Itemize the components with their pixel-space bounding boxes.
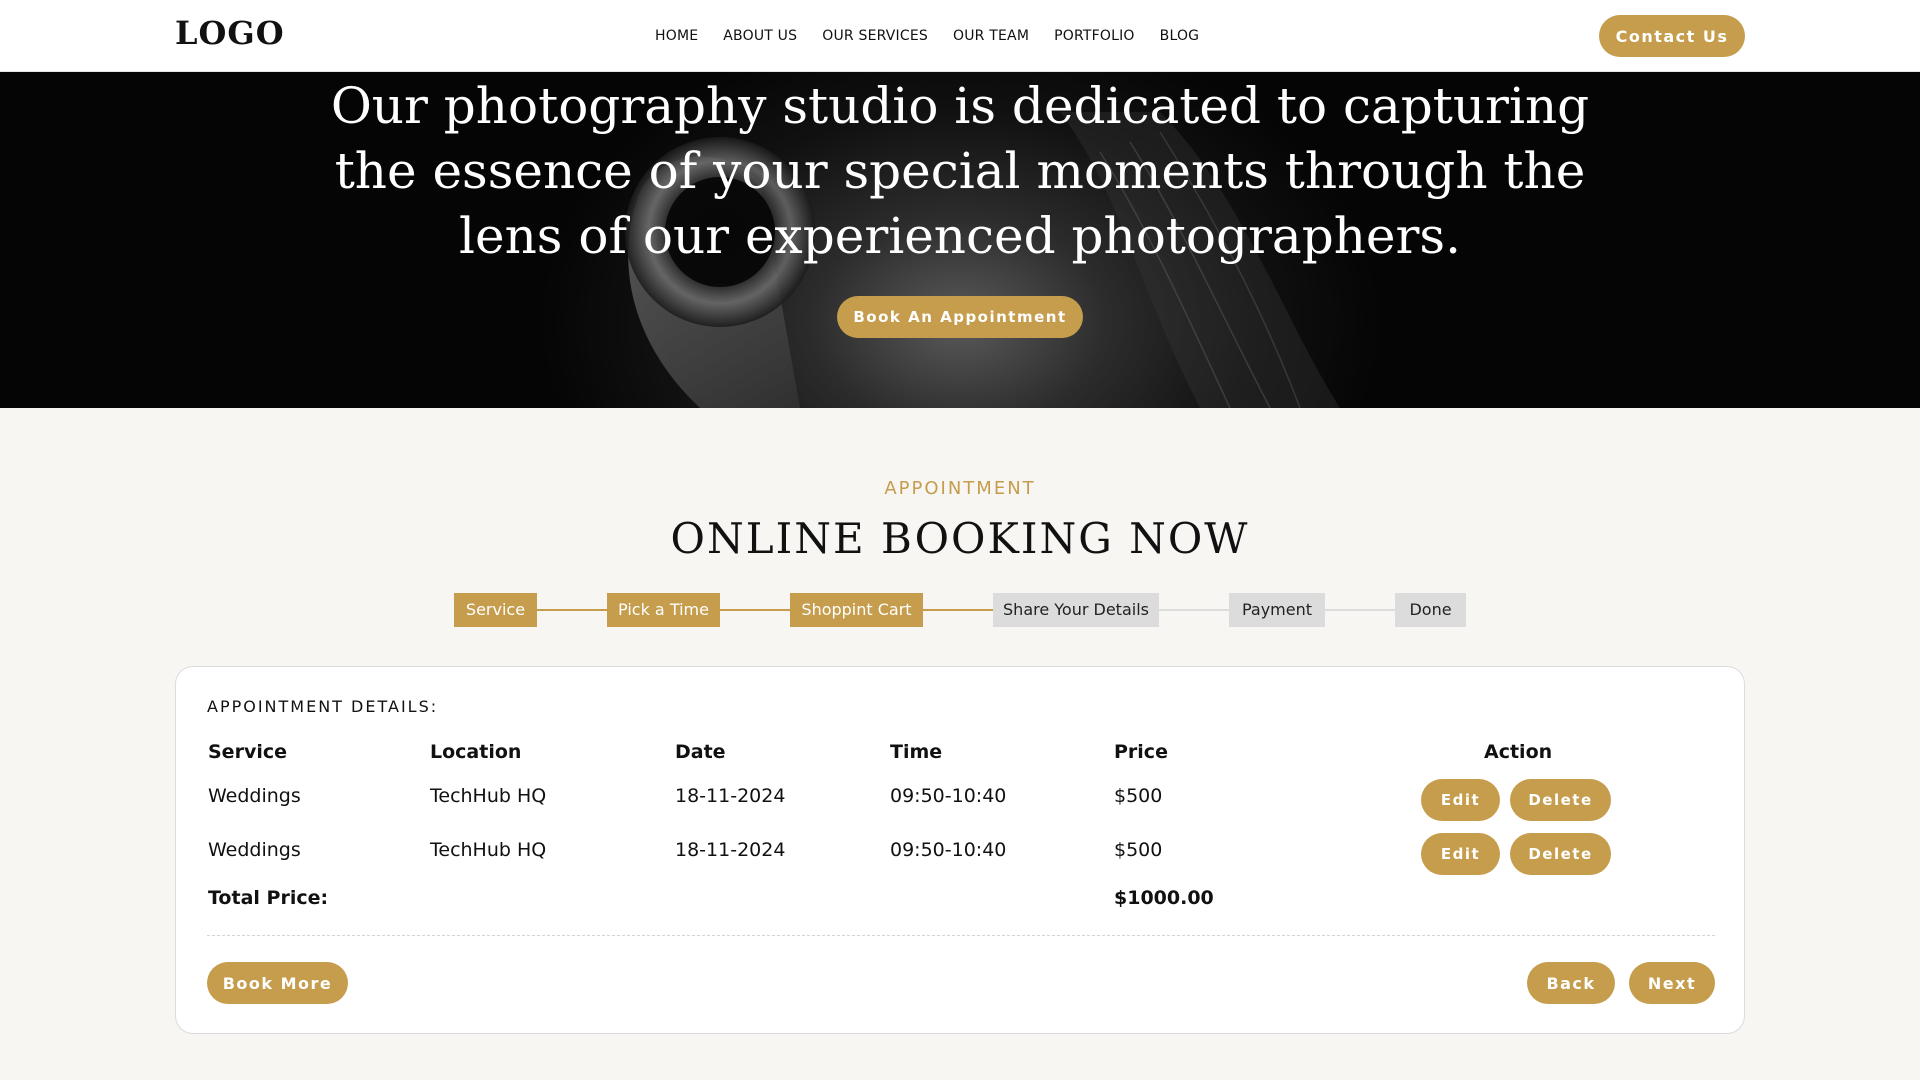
step-service[interactable]: Service: [454, 593, 537, 627]
row-1-delete-button[interactable]: Delete: [1510, 779, 1611, 821]
booking-stepper: Service Pick a Time Shoppint Cart Share …: [454, 593, 1466, 627]
column-header-location: Location: [430, 741, 522, 763]
nav-portfolio[interactable]: PORTFOLIO: [1054, 28, 1135, 44]
step-done[interactable]: Done: [1395, 593, 1466, 627]
row-2-time: 09:50-10:40: [890, 839, 1007, 861]
hero-heading: Our photography studio is dedicated to c…: [0, 74, 1920, 269]
total-price-value: $1000.00: [1114, 887, 1214, 909]
hero-line-2: the essence of your special moments thro…: [334, 142, 1586, 200]
step-connector: [1325, 609, 1395, 611]
row-2-edit-button[interactable]: Edit: [1421, 833, 1500, 875]
appointment-details-card: APPOINTMENT DETAILS: Service Location Da…: [175, 666, 1745, 1034]
step-connector: [923, 609, 993, 611]
appointment-details-title: APPOINTMENT DETAILS:: [207, 697, 439, 716]
section-title: ONLINE BOOKING NOW: [670, 514, 1250, 563]
row-1-location: TechHub HQ: [430, 785, 547, 807]
site-header: LOGO HOME ABOUT US OUR SERVICES OUR TEAM…: [0, 0, 1920, 72]
card-divider: [207, 935, 1715, 936]
hero-line-1: Our photography studio is dedicated to c…: [330, 77, 1590, 135]
row-1-price: $500: [1114, 785, 1163, 807]
row-2-date: 18-11-2024: [675, 839, 786, 861]
step-connector: [537, 609, 607, 611]
nav-blog[interactable]: BLOG: [1160, 28, 1200, 44]
book-appointment-button[interactable]: Book An Appointment: [837, 296, 1083, 338]
logo[interactable]: LOGO: [175, 14, 285, 52]
main-nav: HOME ABOUT US OUR SERVICES OUR TEAM PORT…: [655, 28, 1199, 44]
next-button[interactable]: Next: [1629, 962, 1715, 1004]
hero-line-3: lens of our experienced photographers.: [459, 207, 1461, 265]
row-2-delete-button[interactable]: Delete: [1510, 833, 1611, 875]
total-price-label: Total Price:: [208, 887, 329, 909]
row-2-location: TechHub HQ: [430, 839, 547, 861]
step-connector: [1159, 609, 1229, 611]
column-header-price: Price: [1114, 741, 1168, 763]
step-share-details[interactable]: Share Your Details: [993, 593, 1159, 627]
nav-home[interactable]: HOME: [655, 28, 698, 44]
book-more-button[interactable]: Book More: [207, 962, 348, 1004]
step-connector: [720, 609, 790, 611]
row-1-service: Weddings: [208, 785, 301, 807]
row-2-price: $500: [1114, 839, 1163, 861]
step-payment[interactable]: Payment: [1229, 593, 1325, 627]
row-1-edit-button[interactable]: Edit: [1421, 779, 1500, 821]
section-kicker: APPOINTMENT: [884, 478, 1036, 499]
row-1-date: 18-11-2024: [675, 785, 786, 807]
hero-banner: Our photography studio is dedicated to c…: [0, 72, 1920, 408]
nav-about-us[interactable]: ABOUT US: [723, 28, 797, 44]
contact-us-button[interactable]: Contact Us: [1599, 15, 1745, 57]
nav-our-team[interactable]: OUR TEAM: [953, 28, 1029, 44]
column-header-service: Service: [208, 741, 287, 763]
column-header-action: Action: [1484, 741, 1553, 763]
column-header-time: Time: [890, 741, 943, 763]
step-pick-a-time[interactable]: Pick a Time: [607, 593, 720, 627]
nav-our-services[interactable]: OUR SERVICES: [822, 28, 928, 44]
back-button[interactable]: Back: [1527, 962, 1615, 1004]
step-shopping-cart[interactable]: Shoppint Cart: [790, 593, 923, 627]
row-1-time: 09:50-10:40: [890, 785, 1007, 807]
column-header-date: Date: [675, 741, 726, 763]
row-2-service: Weddings: [208, 839, 301, 861]
